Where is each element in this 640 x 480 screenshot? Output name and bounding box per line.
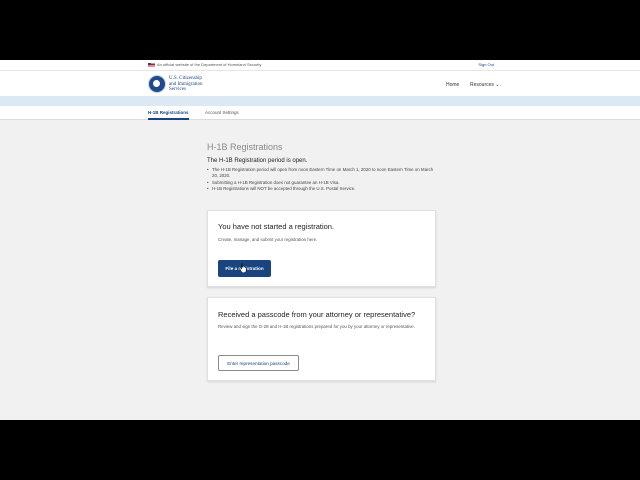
tab-bar: H-1B Registrations Account Settings <box>0 106 640 120</box>
header-divider-strip <box>0 96 640 106</box>
nav-home-link[interactable]: Home <box>446 82 459 88</box>
browser-viewport: An official website of the Department of… <box>0 60 640 420</box>
list-item: The H-1B Registration period will open f… <box>207 167 435 180</box>
list-item: H-1B Registrations will NOT be accepted … <box>207 186 435 193</box>
passcode-card-heading: Received a passcode from your attorney o… <box>218 310 416 319</box>
passcode-card: Received a passcode from your attorney o… <box>207 297 436 381</box>
start-registration-card: You have not started a registration. Cre… <box>207 210 436 287</box>
tab-h1b-registrations[interactable]: H-1B Registrations <box>148 110 189 120</box>
dhs-seal-icon[interactable] <box>148 75 166 93</box>
info-bullet-list: The H-1B Registration period will open f… <box>207 167 435 192</box>
hand-cursor-icon <box>239 263 247 273</box>
us-flag-icon <box>148 63 155 67</box>
page-title: H-1B Registrations <box>207 142 283 152</box>
enter-passcode-button[interactable]: Enter representation passcode <box>218 355 299 371</box>
site-header: U.S. Citizenship and Immigration Service… <box>0 70 640 96</box>
sign-out-link[interactable]: Sign Out <box>478 62 494 67</box>
agency-name-line-3: Services <box>169 87 186 92</box>
start-card-heading: You have not started a registration. <box>218 222 335 231</box>
passcode-card-description: Review and sign the G-28 and H-1B regist… <box>218 324 415 329</box>
agency-name-line-1: U.S. Citizenship <box>169 76 202 81</box>
agency-logo-text[interactable]: U.S. Citizenship and Immigration Service… <box>169 76 202 93</box>
tab-account-settings[interactable]: Account Settings <box>205 110 239 115</box>
period-open-heading: The H-1B Registration period is open. <box>207 158 308 164</box>
nav-resources-menu[interactable]: Resources ⌄ <box>470 82 499 88</box>
official-site-text: An official website of the Department of… <box>157 62 262 67</box>
start-card-description: Create, manage, and submit your registra… <box>218 237 318 242</box>
official-banner: An official website of the Department of… <box>0 60 640 70</box>
